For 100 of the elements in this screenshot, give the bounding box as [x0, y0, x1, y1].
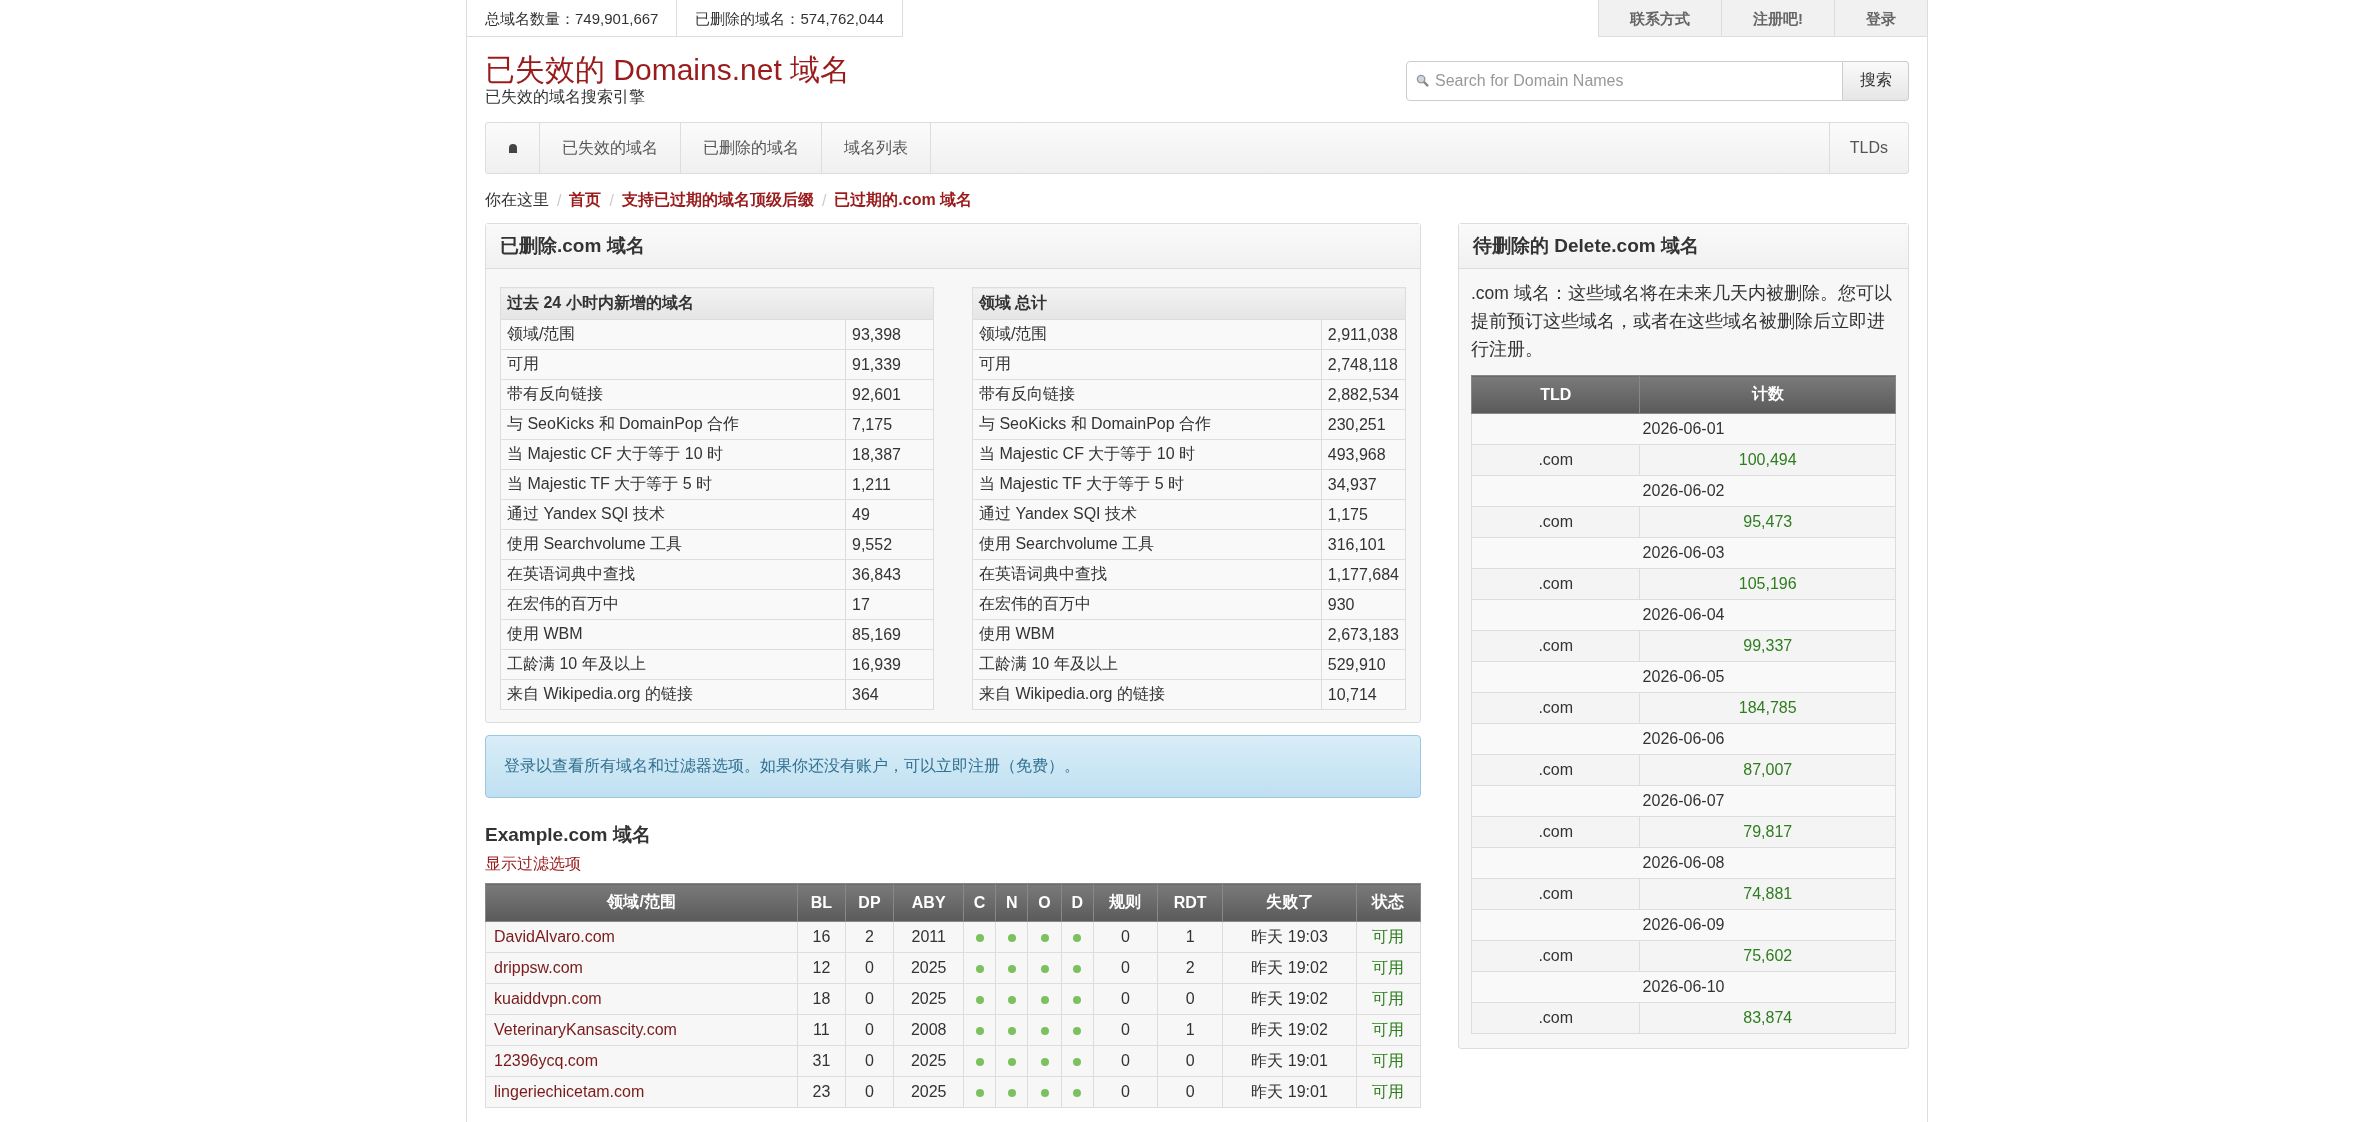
- column-header: 计数: [1639, 375, 1896, 414]
- table-cell: 85,169: [845, 619, 934, 650]
- table-cell: 使用 WBM: [972, 619, 1322, 650]
- table-cell: 49: [845, 499, 934, 530]
- table-cell: .com: [1471, 568, 1640, 600]
- domain-link[interactable]: kuaiddvpn.com: [494, 990, 602, 1007]
- table-cell: .com: [1471, 506, 1640, 538]
- table-cell: 17: [845, 589, 934, 620]
- table-cell: 2: [845, 921, 894, 953]
- table-cell: 83,874: [1639, 1002, 1896, 1034]
- table-cell: 0: [1093, 952, 1158, 984]
- domain-link[interactable]: 12396ycq.com: [494, 1052, 599, 1069]
- nav-item[interactable]: 域名列表: [822, 123, 931, 173]
- date-cell: 2026-06-06: [1471, 723, 1896, 755]
- date-cell: 2026-06-02: [1471, 475, 1896, 507]
- table-cell: 75,602: [1639, 940, 1896, 972]
- domain-link[interactable]: DavidAlvaro.com: [494, 928, 615, 945]
- table-cell: 95,473: [1639, 506, 1896, 538]
- table-cell: 0: [845, 1045, 894, 1077]
- table-cell: 当 Majestic TF 大于等于 5 时: [500, 469, 846, 500]
- table-cell: 工龄满 10 年及以上: [500, 649, 846, 680]
- table-cell: 使用 Searchvolume 工具: [972, 529, 1322, 560]
- table-cell: 来自 Wikipedia.org 的链接: [972, 679, 1322, 710]
- breadcrumb-separator: /: [557, 191, 562, 210]
- table-cell: 1,177,684: [1321, 559, 1406, 590]
- table-cell: .com: [1471, 692, 1640, 724]
- table-cell: 2,911,038: [1321, 319, 1406, 350]
- table-cell: 230,251: [1321, 409, 1406, 440]
- table-cell: 99,337: [1639, 630, 1896, 662]
- panel-title: 已删除.com 域名: [486, 224, 1420, 269]
- stat-text: 已删除的域名：574,762,044: [677, 0, 903, 37]
- table-cell: 在英语词典中查找: [500, 559, 846, 590]
- table-cell: 1: [1157, 921, 1223, 953]
- table-cell: 93,398: [845, 319, 934, 350]
- table-cell: 来自 Wikipedia.org 的链接: [500, 679, 846, 710]
- table-cell: 可用: [972, 349, 1322, 380]
- table-cell: 0: [1157, 1045, 1223, 1077]
- table-cell: 2,748,118: [1321, 349, 1406, 380]
- table-cell: 529,910: [1321, 649, 1406, 680]
- table-cell: 0: [845, 1076, 894, 1108]
- search-field[interactable]: Search for Domain Names: [1406, 60, 1843, 101]
- domain-link[interactable]: drippsw.com: [494, 959, 583, 976]
- table-cell: 0: [1157, 1076, 1223, 1108]
- domain-link[interactable]: lingeriechicetam.com: [494, 1083, 645, 1100]
- table-cell: 使用 WBM: [500, 619, 846, 650]
- table-cell: 18,387: [845, 439, 934, 470]
- table-cell: 可用: [1356, 983, 1421, 1015]
- table-cell: 带有反向链接: [500, 379, 846, 410]
- domain-link[interactable]: VeterinaryKansascity.com: [494, 1021, 677, 1038]
- table-cell: .com: [1471, 878, 1640, 910]
- column-header: C: [963, 883, 996, 922]
- table-cell: 使用 Searchvolume 工具: [500, 529, 846, 560]
- table-cell: 昨天 19:02: [1222, 952, 1357, 984]
- table-cell: 16,939: [845, 649, 934, 680]
- top-link[interactable]: 登录: [1834, 0, 1927, 37]
- table-cell: 7,175: [845, 409, 934, 440]
- date-cell: 2026-06-08: [1471, 847, 1896, 879]
- breadcrumb-link[interactable]: 首页: [569, 190, 602, 211]
- nav-item[interactable]: 已删除的域名: [681, 123, 822, 173]
- table-cell: 在宏伟的百万中: [500, 589, 846, 620]
- table-cell: 0: [1093, 1014, 1158, 1046]
- table-cell: 2025: [893, 952, 964, 984]
- table-cell: 2: [1157, 952, 1223, 984]
- table-cell: 2,882,534: [1321, 379, 1406, 410]
- table-cell: 0: [845, 952, 894, 984]
- top-link[interactable]: 注册吧!: [1721, 0, 1834, 37]
- table-cell: 0: [845, 1014, 894, 1046]
- filter-link[interactable]: 显示过滤选项: [485, 855, 581, 872]
- table-cell: 1,211: [845, 469, 934, 500]
- table-cell: 可用: [1356, 1014, 1421, 1046]
- table-cell: 可用: [1356, 921, 1421, 953]
- table-cell: 0: [1157, 983, 1223, 1015]
- table-cell: 36,843: [845, 559, 934, 590]
- table-cell: 0: [1093, 1045, 1158, 1077]
- table-cell: .com: [1471, 630, 1640, 662]
- column-header: 规则: [1093, 883, 1158, 922]
- column-header: N: [995, 883, 1028, 922]
- stat-text: 总域名数量：749,901,667: [467, 0, 678, 37]
- column-header: BL: [797, 883, 846, 922]
- top-link[interactable]: 联系方式: [1598, 0, 1721, 37]
- breadcrumb-label: 你在这里: [485, 190, 549, 210]
- table-cell: 74,881: [1639, 878, 1896, 910]
- column-header: D: [1061, 883, 1094, 922]
- nav-item[interactable]: TLDs: [1828, 123, 1908, 173]
- nav-item[interactable]: 已失效的域名: [540, 123, 681, 173]
- site-title: 已失效的 Domains.net 域名: [485, 53, 851, 87]
- breadcrumb-link[interactable]: 已过期的.com 域名: [834, 190, 973, 211]
- breadcrumb-separator: /: [609, 191, 614, 210]
- table-cell: 可用: [1356, 1045, 1421, 1077]
- table-cell: 在宏伟的百万中: [972, 589, 1322, 620]
- search-button[interactable]: 搜索: [1843, 60, 1909, 101]
- table-cell: 1: [1157, 1014, 1223, 1046]
- table-cell: 79,817: [1639, 816, 1896, 848]
- table-cell: 带有反向链接: [972, 379, 1322, 410]
- date-cell: 2026-06-09: [1471, 909, 1896, 941]
- table-cell: 2,673,183: [1321, 619, 1406, 650]
- breadcrumb-separator: /: [821, 191, 827, 210]
- breadcrumb-link[interactable]: 支持已过期的域名顶级后缀: [621, 190, 814, 211]
- table-cell: .com: [1471, 940, 1640, 972]
- table-cell: 930: [1321, 589, 1406, 620]
